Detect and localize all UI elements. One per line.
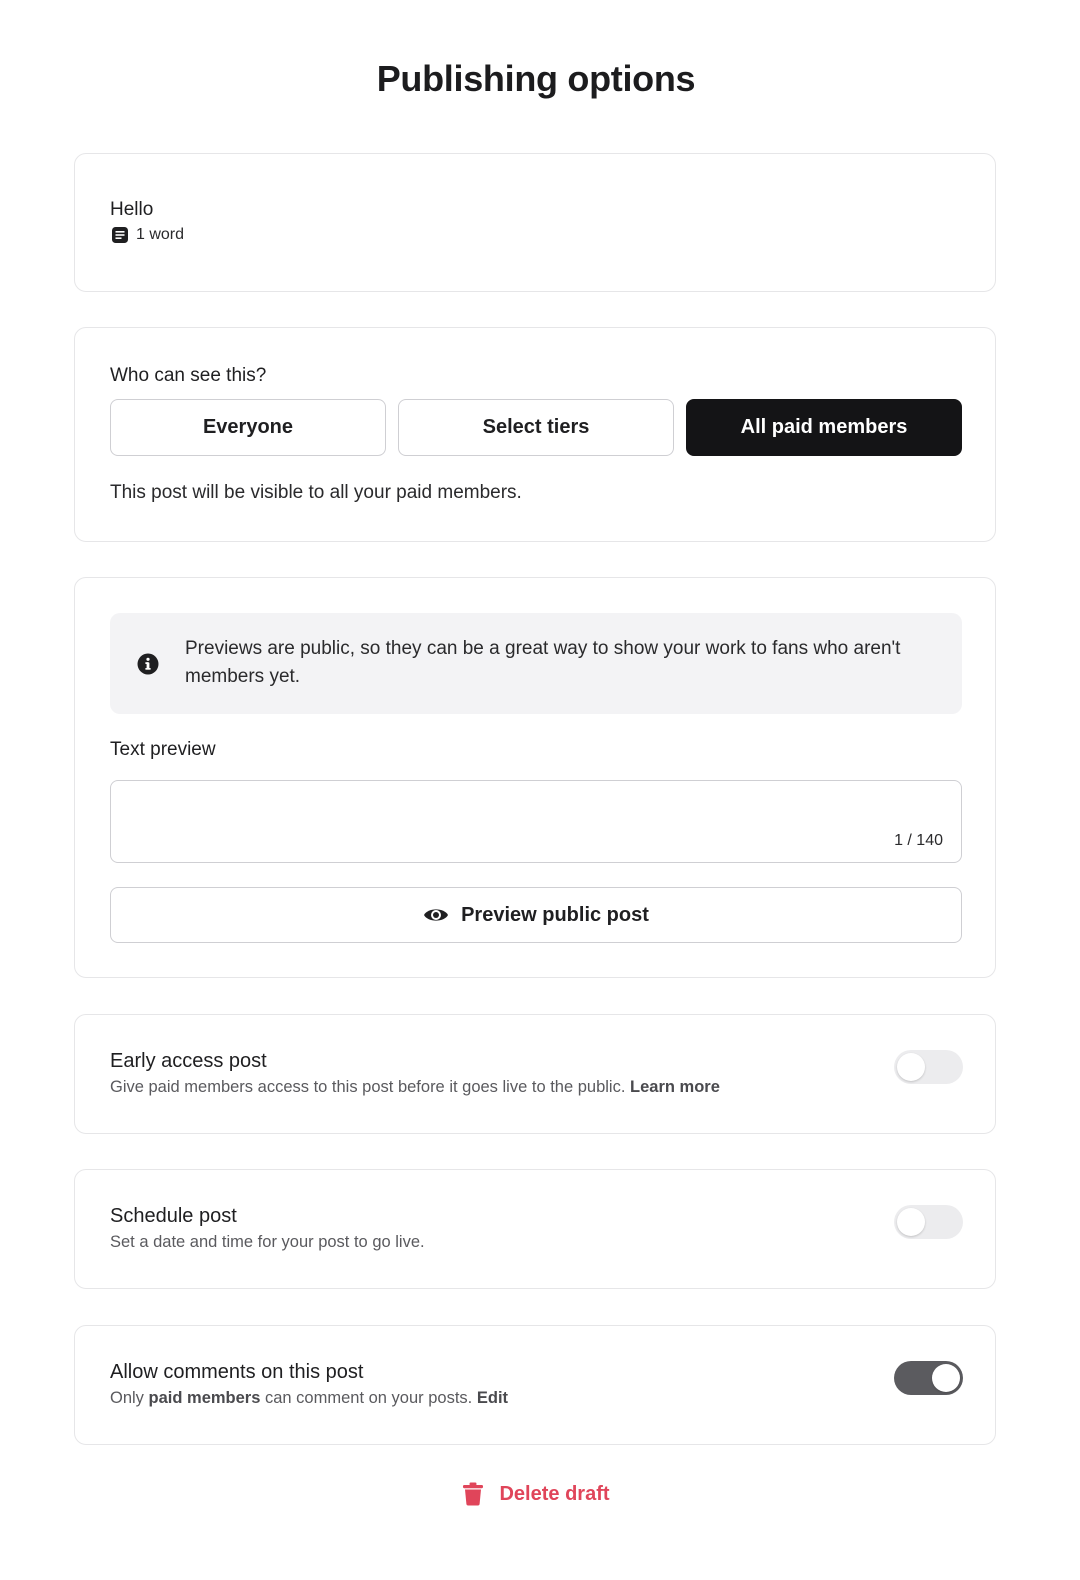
- early-access-title: Early access post: [110, 1050, 267, 1072]
- visibility-option-all-paid-members[interactable]: All paid members: [686, 399, 962, 456]
- comments-desc-suffix: can comment on your posts.: [265, 1389, 473, 1407]
- info-icon: [137, 653, 159, 675]
- toggle-knob: [897, 1053, 925, 1081]
- schedule-toggle[interactable]: [894, 1205, 963, 1239]
- word-count: 1 word: [111, 226, 184, 244]
- learn-more-link[interactable]: Learn more: [630, 1078, 720, 1096]
- schedule-title: Schedule post: [110, 1205, 237, 1227]
- delete-draft-label: Delete draft: [499, 1482, 610, 1505]
- schedule-card: Schedule post Set a date and time for yo…: [74, 1169, 996, 1289]
- comments-desc-prefix: Only: [110, 1389, 144, 1407]
- comments-card: Allow comments on this post Only paid me…: [74, 1325, 996, 1445]
- post-title: Hello: [110, 199, 154, 220]
- page-title: Publishing options: [376, 58, 696, 99]
- word-count-label: 1 word: [136, 226, 185, 243]
- early-access-card: Early access post Give paid members acce…: [74, 1014, 996, 1134]
- comments-toggle[interactable]: [894, 1361, 963, 1395]
- comments-desc-bold: paid members: [148, 1389, 261, 1407]
- char-count: 1 / 140: [894, 832, 943, 849]
- text-preview-input[interactable]: 1 / 140: [110, 780, 962, 863]
- preview-card: Previews are public, so they can be a gr…: [74, 577, 996, 978]
- info-banner: Previews are public, so they can be a gr…: [110, 613, 962, 714]
- visibility-card: Who can see this? Everyone Select tiers …: [74, 327, 996, 542]
- early-access-description: Give paid members access to this post be…: [110, 1078, 720, 1097]
- delete-draft-button[interactable]: Delete draft: [0, 1482, 1072, 1506]
- comments-edit-link[interactable]: Edit: [477, 1389, 508, 1407]
- eye-icon: [424, 909, 449, 921]
- post-summary-card: Hello 1 word: [74, 153, 996, 292]
- preview-public-post-button[interactable]: Preview public post: [110, 887, 962, 943]
- document-icon: [112, 227, 128, 243]
- schedule-description: Set a date and time for your post to go …: [110, 1233, 425, 1251]
- toggle-knob: [897, 1208, 925, 1236]
- trash-icon: [463, 1482, 484, 1506]
- preview-button-label: Preview public post: [461, 903, 649, 926]
- visibility-option-select-tiers[interactable]: Select tiers: [398, 399, 674, 456]
- early-access-toggle[interactable]: [894, 1050, 963, 1084]
- visibility-note: This post will be visible to all your pa…: [110, 482, 522, 503]
- comments-description: Only paid members can comment on your po…: [110, 1389, 508, 1408]
- early-access-description-text: Give paid members access to this post be…: [110, 1078, 626, 1096]
- comments-title: Allow comments on this post: [110, 1361, 364, 1383]
- toggle-knob: [932, 1364, 960, 1392]
- info-text: Previews are public, so they can be a gr…: [185, 638, 901, 687]
- visibility-label: Who can see this?: [110, 365, 267, 386]
- visibility-option-everyone[interactable]: Everyone: [110, 399, 386, 456]
- text-preview-label: Text preview: [110, 739, 216, 760]
